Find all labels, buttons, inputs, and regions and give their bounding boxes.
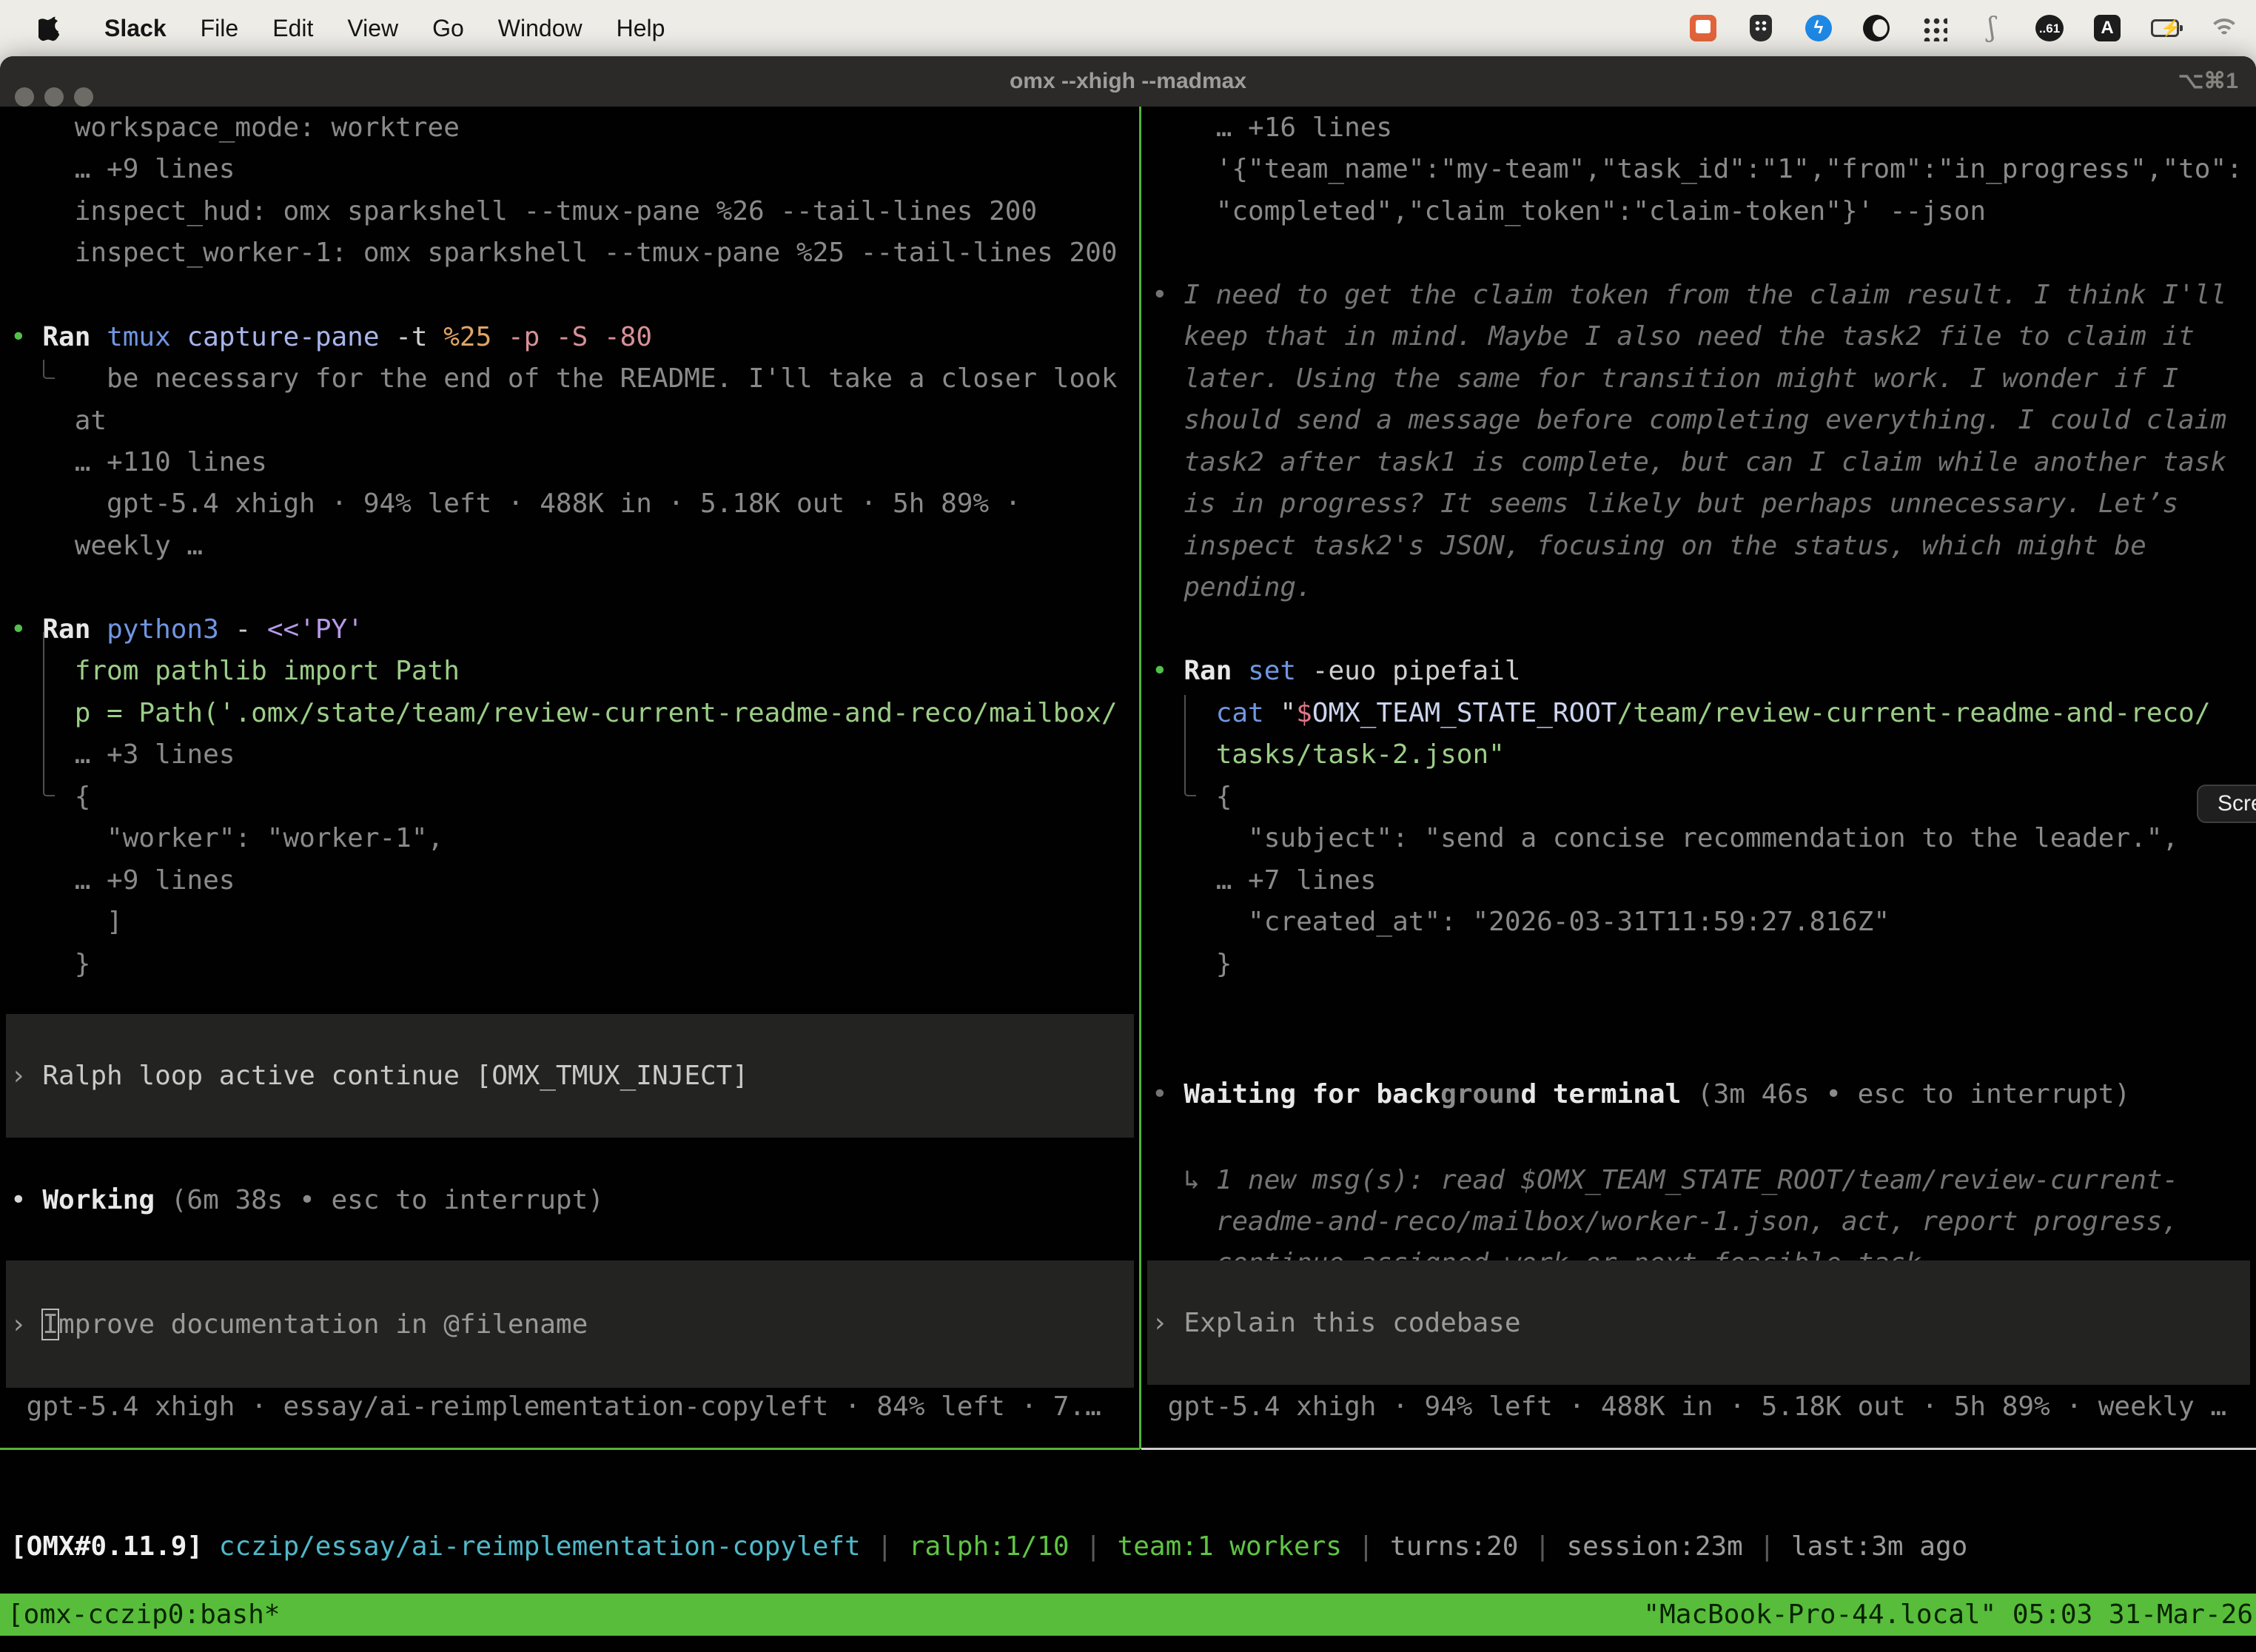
truncation-line: … +3 lines [10, 733, 235, 776]
pane-divider[interactable] [1139, 107, 1141, 1449]
code-line: p = Path('.omx/state/team/review-current… [10, 692, 1118, 734]
thinking-line: is in progress? It seems likely but perh… [1152, 483, 2178, 525]
terminal-line: inspect_worker-1: omx sparkshell --tmux-… [10, 232, 1118, 274]
omx-version: [OMX#0.11.9] [10, 1531, 203, 1562]
chat-app-icon[interactable] [1689, 14, 1717, 42]
working-status-line: • Working (6m 38s • esc to interrupt) [10, 1179, 604, 1221]
left-pane[interactable]: workspace_mode: worktree … +9 lines insp… [0, 107, 1140, 1449]
menu-help[interactable]: Help [600, 0, 682, 56]
prompt-input[interactable]: › Explain this codebase [1147, 1260, 2250, 1385]
mailbox-message-line: ↳ 1 new msg(s): read $OMX_TEAM_STATE_ROO… [1152, 1159, 2178, 1201]
thinking-line: later. Using the same for transition mig… [1152, 357, 2178, 400]
ran-command-line: • Ran tmux capture-pane -t %25 -p -S -80 [10, 316, 652, 358]
omx-team-workers: team:1 workers [1118, 1531, 1342, 1562]
battery-icon[interactable] [2151, 14, 2179, 42]
grid-dots-icon[interactable] [1920, 14, 1948, 42]
ran-command-line: • Ran python3 - <<'PY' [10, 608, 363, 651]
bullet-icon: • [1152, 656, 1184, 686]
thinking-line: should send a message before completing … [1152, 399, 2226, 441]
output-line: } [1152, 943, 1232, 985]
output-line: ] [10, 901, 123, 943]
truncation-line: … +110 lines [10, 441, 267, 483]
truncation-line: … +7 lines [1152, 859, 1376, 901]
menubar: Slack File Edit View Go Window Help ϟ ʃ … [0, 0, 2256, 56]
command-line: tasks/task-2.json" [1152, 733, 1505, 776]
tmux-status-bar: [omx-cczip0:bash* "MacBook-Pro-44.local"… [0, 1594, 2256, 1636]
thinking-line: task2 after task1 is complete, but can I… [1152, 441, 2226, 483]
tmux-host-clock: "MacBook-Pro-44.local" 05:03 31-Mar-26 [1643, 1594, 2256, 1636]
omx-project-path: cczip/essay/ai-reimplementation-copyleft [203, 1531, 861, 1562]
bullet-icon: • [1152, 280, 1184, 310]
chevron-prompt-icon: › [1152, 1308, 1184, 1338]
terminal-line: workspace_mode: worktree [10, 107, 460, 149]
output-line: "subject": "send a concise recommendatio… [1152, 817, 2178, 859]
thinking-line: keep that in mind. Maybe I also need the… [1152, 315, 2195, 357]
contrast-icon[interactable] [1862, 14, 1890, 42]
window-title: omx --xhigh --madmax [0, 56, 2256, 107]
terminal-line: inspect_hud: omx sparkshell --tmux-pane … [10, 190, 1037, 232]
thinking-line: pending. [1152, 566, 1312, 608]
omx-status-bar: [OMX#0.11.9] cczip/essay/ai-reimplementa… [10, 1525, 1967, 1568]
output-line: gpt-5.4 xhigh · 94% left · 488K in · 5.1… [10, 483, 1021, 525]
squiggle-icon[interactable]: ʃ [1978, 14, 2006, 42]
menu-view[interactable]: View [330, 0, 415, 56]
menu-app-name[interactable]: Slack [87, 0, 184, 56]
prompt-input[interactable]: › Improve documentation in @filename [6, 1260, 1134, 1388]
truncation-line: … +16 lines [1152, 107, 1392, 149]
bullet-icon: • [10, 322, 42, 352]
text-input-source-icon[interactable]: A [2093, 14, 2121, 42]
window-shortcut: ⌥⌘1 [2178, 56, 2238, 107]
screen-capture-tooltip: Scre [2197, 785, 2256, 823]
menu-go[interactable]: Go [415, 0, 481, 56]
ralph-loop-banner: › Ralph loop active continue [OMX_TMUX_I… [6, 1014, 1134, 1138]
omx-session-time: session:23m [1566, 1531, 1742, 1562]
window-titlebar[interactable]: omx --xhigh --madmax ⌥⌘1 [0, 56, 2256, 107]
bullet-icon: • [10, 1185, 42, 1215]
code-line: from pathlib import Path [10, 650, 460, 692]
output-line: "worker": "worker-1", [10, 817, 443, 859]
model-status-line: gpt-5.4 xhigh · essay/ai-reimplementatio… [10, 1386, 1101, 1428]
active-pane-border [0, 1448, 1140, 1450]
wifi-icon[interactable] [2209, 14, 2237, 42]
waiting-status-line: • Waiting for background terminal (3m 46… [1152, 1073, 2130, 1115]
chevron-prompt-icon: › [10, 1309, 42, 1340]
output-line: } [10, 943, 90, 985]
mailbox-message-line: readme-and-reco/mailbox/worker-1.json, a… [1152, 1201, 2178, 1243]
terminal-window: omx --xhigh --madmax ⌥⌘1 workspace_mode:… [0, 56, 2256, 1652]
command-line: cat "$OMX_TEAM_STATE_ROOT/team/review-cu… [1152, 692, 2211, 734]
output-line: weekly … [10, 525, 203, 567]
bullet-icon: • [1152, 1079, 1184, 1109]
output-line: at [10, 400, 107, 442]
badge-61-icon[interactable]: ..61 [2035, 14, 2064, 42]
right-pane[interactable]: … +16 lines '{"team_name":"my-team","tas… [1141, 107, 2256, 1449]
omx-last-activity: last:3m ago [1791, 1531, 1967, 1562]
output-line: be necessary for the end of the README. … [10, 357, 1118, 400]
menu-file[interactable]: File [184, 0, 256, 56]
omx-turns: turns:20 [1390, 1531, 1518, 1562]
menu-window[interactable]: Window [481, 0, 600, 56]
truncation-line: … +9 lines [10, 859, 235, 901]
output-line: { [1152, 776, 1232, 818]
bullet-icon: • [10, 614, 42, 645]
thinking-line: inspect task2's JSON, focusing on the st… [1152, 525, 2146, 567]
chevron-prompt-icon: › [10, 1061, 42, 1091]
output-line: '{"team_name":"my-team","task_id":"1","f… [1152, 148, 2243, 190]
omx-ralph-count: ralph:1/10 [909, 1531, 1070, 1562]
apple-icon[interactable] [38, 13, 64, 43]
output-line: { [10, 776, 90, 818]
ran-command-line: • Ran set -euo pipefail [1152, 650, 1521, 692]
output-line: "completed","claim_token":"claim-token"}… [1152, 190, 1986, 232]
messenger-icon[interactable]: ϟ [1805, 14, 1833, 42]
menu-edit[interactable]: Edit [255, 0, 330, 56]
shield-grid-icon[interactable] [1747, 14, 1775, 42]
output-line: "created_at": "2026-03-31T11:59:27.816Z" [1152, 901, 1890, 943]
tmux-session-name: [omx-cczip0:bash* [0, 1594, 280, 1636]
model-status-line: gpt-5.4 xhigh · 94% left · 488K in · 5.1… [1152, 1386, 2226, 1428]
truncation-line: … +9 lines [10, 148, 235, 190]
thinking-line: • I need to get the claim token from the… [1152, 274, 2226, 316]
text-cursor: I [42, 1309, 58, 1340]
inactive-pane-border [1141, 1448, 2256, 1450]
